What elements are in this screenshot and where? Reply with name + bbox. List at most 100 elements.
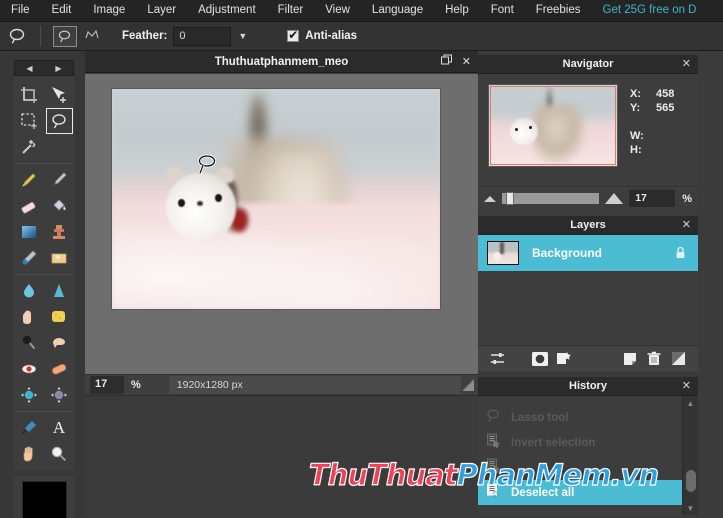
- pinch-tool[interactable]: [46, 382, 73, 408]
- document-empty-area: [85, 396, 478, 518]
- menu-item-font[interactable]: Font: [480, 0, 525, 21]
- sponge-tool[interactable]: [46, 304, 73, 330]
- layers-panel-header[interactable]: Layers ✕: [478, 216, 698, 235]
- menu-bar: File Edit Image Layer Adjustment Filter …: [0, 0, 723, 22]
- layer-properties-button[interactable]: [486, 349, 510, 369]
- pencil-tool[interactable]: [16, 167, 43, 193]
- table-row[interactable]: Background: [478, 235, 698, 271]
- layer-style-button[interactable]: [552, 349, 576, 369]
- document-statusbar: 17 % 1920x1280 px: [85, 374, 478, 396]
- crop-tool[interactable]: [16, 82, 43, 108]
- navigator-panel-header[interactable]: Navigator ✕: [478, 55, 698, 74]
- navigator-coordinates: X: 458 Y: 565: [630, 87, 674, 115]
- navigator-size: W: H:: [630, 129, 656, 157]
- menu-item-filter[interactable]: Filter: [267, 0, 315, 21]
- resize-grip-icon[interactable]: [461, 378, 475, 392]
- zoom-slider-knob[interactable]: [506, 192, 514, 205]
- anti-alias-label: Anti-alias: [305, 30, 358, 42]
- list-item[interactable]: Lasso tool: [478, 405, 682, 430]
- tool-row: [14, 82, 74, 108]
- layers-footer: [478, 345, 698, 371]
- burn-tool[interactable]: [16, 330, 43, 356]
- anti-alias-checkbox[interactable]: Anti-alias: [287, 28, 358, 42]
- close-icon[interactable]: ✕: [682, 379, 691, 392]
- promo-link[interactable]: Get 25G free on D: [592, 0, 708, 21]
- small-mountain-icon[interactable]: [484, 195, 496, 202]
- dodge-tool[interactable]: [46, 330, 73, 356]
- arrow-left-icon[interactable]: ◀: [15, 61, 44, 75]
- polygonal-lasso-mode-icon[interactable]: [80, 26, 104, 47]
- history-item-label: Lasso tool: [511, 411, 569, 424]
- eraser-tool[interactable]: [16, 193, 43, 219]
- layer-mask-button[interactable]: [528, 349, 552, 369]
- move-tool[interactable]: [46, 82, 73, 108]
- trash-icon[interactable]: [642, 349, 666, 369]
- pill-retouch-tool[interactable]: [46, 356, 73, 382]
- zoom-slider[interactable]: [502, 192, 600, 205]
- menu-item-language[interactable]: Language: [361, 0, 434, 21]
- canvas-area[interactable]: [85, 74, 478, 374]
- red-eye-tool[interactable]: [16, 356, 43, 382]
- half-square-icon[interactable]: [666, 349, 690, 369]
- status-zoom-input[interactable]: 17: [90, 376, 124, 394]
- tool-row: [14, 304, 74, 330]
- close-icon[interactable]: ✕: [462, 55, 471, 69]
- shape-tool[interactable]: [46, 245, 73, 271]
- menu-item-freebies[interactable]: Freebies: [525, 0, 592, 21]
- menu-item-file[interactable]: File: [0, 0, 41, 21]
- hand-tool[interactable]: [16, 441, 43, 467]
- arrow-right-icon[interactable]: ▶: [44, 61, 73, 75]
- lasso-mode-group: [47, 25, 104, 47]
- large-mountain-icon[interactable]: [605, 193, 624, 204]
- paint-bucket-tool[interactable]: [46, 193, 73, 219]
- lock-icon[interactable]: [675, 246, 686, 264]
- history-scrollbar[interactable]: ▲ ▼: [682, 396, 698, 515]
- close-icon[interactable]: ✕: [682, 218, 691, 231]
- bloat-tool[interactable]: [16, 382, 43, 408]
- document-image[interactable]: [112, 89, 440, 309]
- tool-row: A: [14, 415, 74, 441]
- lasso-tool[interactable]: [45, 108, 73, 134]
- text-tool[interactable]: A: [46, 415, 73, 441]
- feather-label: Feather:: [122, 30, 168, 42]
- document-titlebar[interactable]: Thuthuatphanmem_meo ✕: [85, 51, 478, 73]
- magic-wand-tool[interactable]: [16, 134, 43, 160]
- menu-item-adjustment[interactable]: Adjustment: [187, 0, 267, 21]
- layers-panel-title: Layers: [570, 219, 606, 231]
- lasso-mode-icon[interactable]: [53, 25, 77, 47]
- new-layer-button[interactable]: [618, 349, 642, 369]
- tool-empty: [46, 134, 73, 160]
- navigator-thumbnail[interactable]: [488, 84, 618, 167]
- menu-item-help[interactable]: Help: [434, 0, 480, 21]
- menu-item-layer[interactable]: Layer: [136, 0, 187, 21]
- menu-item-image[interactable]: Image: [82, 0, 136, 21]
- zoom-tool[interactable]: [46, 441, 73, 467]
- sharpen-tool[interactable]: [46, 278, 73, 304]
- restore-window-icon[interactable]: [440, 54, 453, 69]
- feather-input[interactable]: 0: [173, 26, 232, 46]
- menu-item-view[interactable]: View: [314, 0, 361, 21]
- layer-thumb-stalk: [500, 242, 504, 254]
- clone-stamp-tool[interactable]: [46, 219, 73, 245]
- foreground-color-swatch[interactable]: [21, 481, 67, 518]
- triangle-up-icon[interactable]: ▲: [683, 396, 698, 410]
- image-eye-right: [215, 194, 222, 202]
- blur-tool[interactable]: [16, 278, 43, 304]
- triangle-down-icon[interactable]: ▼: [683, 501, 698, 515]
- menu-item-edit[interactable]: Edit: [41, 0, 83, 21]
- brush-tool[interactable]: [46, 167, 73, 193]
- close-icon[interactable]: ✕: [682, 57, 691, 70]
- chevron-down-icon[interactable]: ▼: [238, 31, 247, 41]
- scrollbar-thumb[interactable]: [686, 470, 696, 492]
- list-item[interactable]: Invert selection: [478, 430, 682, 455]
- smudge-tool[interactable]: [16, 304, 43, 330]
- gradient-tool[interactable]: [16, 219, 43, 245]
- tool-row: [14, 219, 74, 245]
- navigator-thumb-cat: [533, 105, 585, 163]
- rectangular-marquee-tool[interactable]: [16, 108, 43, 134]
- history-panel-header[interactable]: History ✕: [478, 377, 698, 396]
- eyedropper-tool[interactable]: [16, 415, 43, 441]
- navigator-zoom-input[interactable]: 17: [629, 190, 676, 207]
- checkbox-box[interactable]: [287, 28, 300, 42]
- healing-brush-tool[interactable]: [16, 245, 43, 271]
